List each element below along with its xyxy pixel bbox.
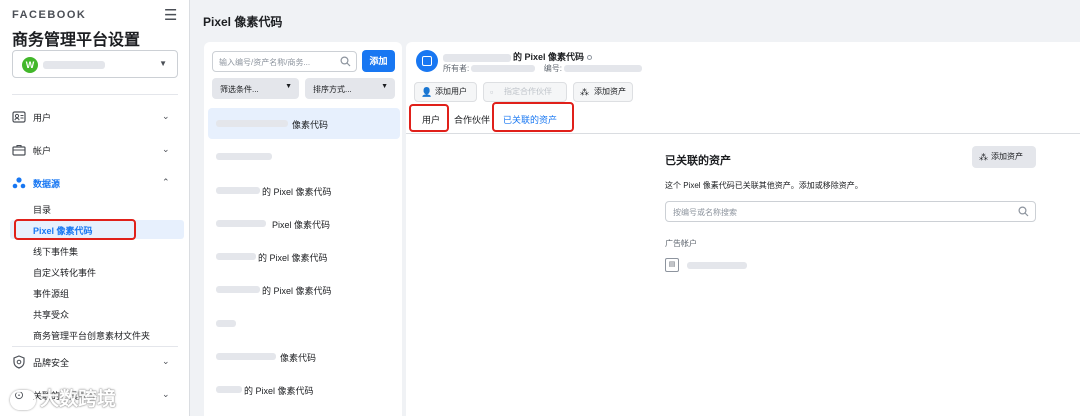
sidebar: FACEBOOK ☰ 商务管理平台设置 W ▼ 用户 ⌄ 帐户 ⌄ 数据源 ⌃ …	[0, 0, 190, 416]
sidebar-item-brand-safety[interactable]: 品牌安全 ⌄	[0, 351, 190, 373]
watermark: 大数跨境	[10, 384, 150, 410]
sidebar-subitem-pixel[interactable]: Pixel 像素代码	[10, 220, 184, 239]
list-item[interactable]: 的 Pixel 像素代码	[208, 374, 400, 405]
sidebar-item-label: 数据源	[33, 179, 61, 189]
data-sources-icon	[12, 176, 26, 190]
pixel-icon	[416, 50, 438, 72]
watermark-logo-icon	[10, 389, 36, 410]
redacted-name	[216, 253, 256, 260]
redacted-name	[216, 187, 260, 194]
sidebar-item-accounts[interactable]: 帐户 ⌄	[0, 139, 190, 161]
pixel-title: 的 Pixel 像素代码	[443, 50, 593, 63]
list-item[interactable]: 像素代码	[208, 108, 400, 139]
redacted-name	[216, 353, 276, 360]
list-item[interactable]: 的 Pixel 像素代码	[208, 241, 400, 272]
redacted-name	[216, 286, 260, 293]
sort-dropdown[interactable]: 排序方式... ▼	[305, 78, 395, 99]
pixel-meta: 所有者: 编号:	[443, 63, 643, 74]
ad-account-icon: ▤	[665, 258, 679, 272]
detail-tabs: 用户 合作伙伴 已关联的资产	[406, 108, 1080, 134]
divider	[12, 346, 178, 347]
facebook-brand: FACEBOOK	[12, 9, 87, 21]
sidebar-subitem-event-source-groups[interactable]: 事件源组	[10, 283, 184, 302]
list-item[interactable]: Pixel 像素代码	[208, 208, 400, 239]
tab-partners[interactable]: 合作伙伴	[454, 113, 490, 126]
assign-partner-button[interactable]: ▫ 指定合作伙伴	[483, 82, 567, 102]
add-asset-button[interactable]: ⁂ 添加资产	[573, 82, 633, 102]
sidebar-subitem-shared-audiences[interactable]: 共享受众	[10, 304, 184, 323]
user-card-icon	[12, 110, 26, 124]
caret-down-icon: ▼	[285, 83, 292, 90]
caret-down-icon: ▼	[381, 83, 388, 90]
chevron-down-icon: ⌄	[162, 356, 170, 366]
pixel-search-input[interactable]	[219, 55, 334, 69]
caret-down-icon: ▼	[159, 59, 167, 68]
briefcase-icon: ▫	[490, 87, 494, 97]
sidebar-item-label: 帐户	[33, 146, 52, 156]
list-item[interactable]	[208, 141, 400, 172]
tab-users[interactable]: 用户	[422, 113, 440, 126]
shield-icon	[12, 355, 26, 369]
sidebar-subitem-offline-events[interactable]: 线下事件集	[10, 241, 184, 260]
page-header: Pixel 像素代码	[190, 0, 1080, 40]
list-item[interactable]: 的 Pixel 像素代码	[208, 175, 400, 206]
redacted-id	[564, 65, 643, 73]
pixel-list-panel: 添加 筛选条件... ▼ 排序方式... ▼ 像素代码 的 Pixel 像素代码…	[204, 42, 402, 416]
redacted-name	[216, 320, 236, 327]
divider	[12, 94, 178, 95]
redacted-ad-account	[687, 262, 747, 269]
briefcase-icon	[12, 143, 26, 157]
chevron-down-icon: ⌄	[162, 111, 170, 121]
redacted-name	[443, 53, 511, 62]
redacted-name	[216, 120, 288, 127]
asset-search-input[interactable]	[673, 205, 1003, 219]
add-asset-secondary-button[interactable]: ⁂ 添加资产	[972, 146, 1036, 168]
add-pixel-button[interactable]: 添加	[362, 50, 395, 72]
pixel-search-box[interactable]	[212, 51, 357, 72]
tab-linked-assets[interactable]: 已关联的资产	[503, 113, 557, 126]
assets-section-title: 已关联的资产	[665, 155, 731, 167]
redacted-account-name	[43, 61, 105, 69]
sidebar-subitem-custom-conversions[interactable]: 自定义转化事件	[10, 262, 184, 281]
search-icon[interactable]	[340, 56, 351, 67]
redacted-owner	[471, 65, 536, 73]
info-icon[interactable]	[587, 55, 593, 61]
redacted-name	[216, 386, 242, 393]
list-item[interactable]: 的 Pixel 像素代码	[208, 274, 400, 305]
assets-icon: ⁂	[979, 152, 988, 162]
filter-dropdown[interactable]: 筛选条件... ▼	[212, 78, 299, 99]
chevron-down-icon: ⌄	[162, 389, 170, 399]
asset-search-box[interactable]	[665, 201, 1036, 222]
assets-description: 这个 Pixel 像素代码已关联其他资产。添加或移除资产。	[665, 181, 863, 190]
sidebar-subitem-creative-folders[interactable]: 商务管理平台创意素材文件夹	[10, 325, 184, 344]
search-icon[interactable]	[1018, 206, 1029, 217]
page-title: 商务管理平台设置	[12, 32, 141, 49]
list-item[interactable]: ▤	[665, 258, 865, 274]
sidebar-item-label: 用户	[33, 113, 52, 123]
pixel-detail-panel: 的 Pixel 像素代码 所有者: 编号: 👤 添加用户 ▫ 指定合作伙伴 ⁂ 添加资…	[406, 42, 1080, 416]
assets-icon: ⁂	[580, 87, 589, 97]
sidebar-item-data-sources[interactable]: 数据源 ⌃	[0, 172, 190, 194]
sidebar-item-label: 品牌安全	[33, 358, 70, 368]
sidebar-subitem-catalog[interactable]: 目录	[10, 199, 184, 218]
redacted-name	[216, 153, 272, 160]
avatar: W	[22, 57, 38, 73]
ad-accounts-label: 广告帐户	[665, 239, 697, 248]
list-item[interactable]: 像素代码	[208, 341, 400, 372]
menu-icon[interactable]: ☰	[164, 6, 177, 24]
list-item[interactable]	[208, 308, 400, 339]
add-user-button[interactable]: 👤 添加用户	[414, 82, 477, 102]
sidebar-item-users[interactable]: 用户 ⌄	[0, 106, 190, 128]
section-title: Pixel 像素代码	[203, 15, 283, 29]
chevron-up-icon: ⌃	[162, 177, 170, 187]
account-selector[interactable]: W ▼	[12, 50, 178, 78]
redacted-name	[216, 220, 266, 227]
add-user-icon: 👤	[421, 87, 433, 97]
chevron-down-icon: ⌄	[162, 144, 170, 154]
